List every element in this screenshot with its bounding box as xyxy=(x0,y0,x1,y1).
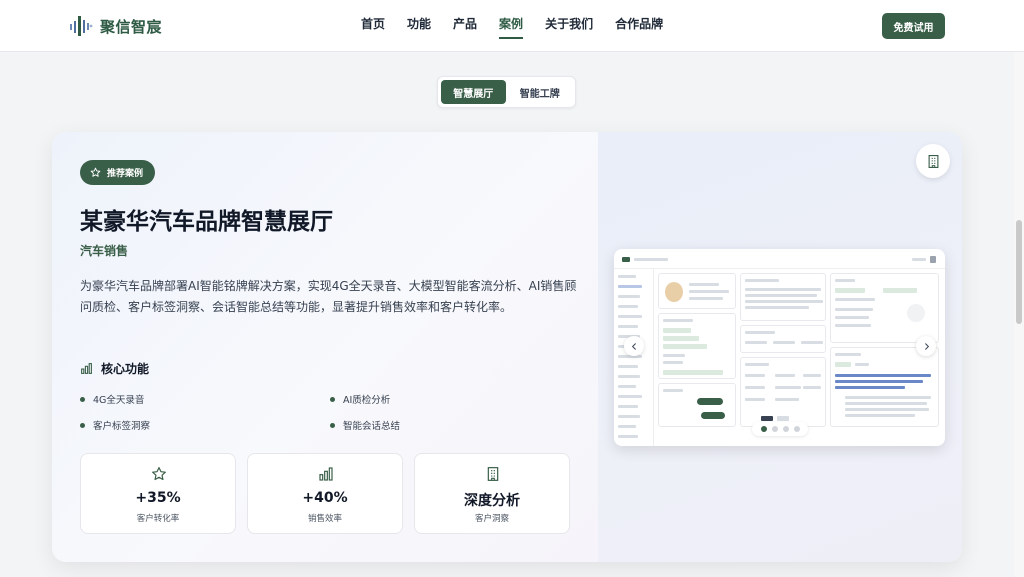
case-description: 为豪华汽车品牌部署AI智能铭牌解决方案，实现4G全天录音、大模型智能客流分析、A… xyxy=(80,279,577,314)
nav-home[interactable]: 首页 xyxy=(350,0,396,52)
bullet-dot xyxy=(80,396,85,402)
carousel-dot-3[interactable] xyxy=(782,426,789,432)
carousel-indicators xyxy=(752,422,808,436)
nav-products[interactable]: 产品 xyxy=(442,0,488,52)
free-trial-button[interactable]: 免费试用 xyxy=(882,13,945,39)
stat-label: 客户洞察 xyxy=(474,514,509,524)
stat-label: 销售效率 xyxy=(307,514,342,524)
bullet-dot xyxy=(330,422,335,428)
brand-name: 聚信智宸 xyxy=(100,17,163,36)
mini-tag-card xyxy=(658,313,736,379)
case-preview-panel xyxy=(598,132,962,562)
mini-topbar xyxy=(614,249,945,269)
feature-item: 智能会话总结 xyxy=(330,418,400,432)
case-info-panel: 推荐案例 某豪华汽车品牌智慧展厅 汽车销售 为豪华汽车品牌部署AI智能铭牌解决方… xyxy=(52,132,598,562)
mini-analysis-panel xyxy=(830,347,939,427)
scrollbar-thumb[interactable] xyxy=(1016,220,1022,324)
bullet-dot xyxy=(330,396,335,402)
carousel-dot-4[interactable] xyxy=(793,426,800,432)
feature-item: AI质检分析 xyxy=(330,392,390,406)
stat-label: 客户转化率 xyxy=(136,514,180,524)
mini-chat-card xyxy=(658,383,736,427)
case-title: 某豪华汽车品牌智慧展厅 xyxy=(80,209,333,235)
carousel-dot-1[interactable] xyxy=(760,426,767,432)
logo-mark-icon xyxy=(68,13,94,39)
star-icon xyxy=(90,167,101,177)
case-card: 推荐案例 某豪华汽车品牌智慧展厅 汽车销售 为豪华汽车品牌部署AI智能铭牌解决方… xyxy=(52,132,962,562)
features-heading: 核心功能 xyxy=(80,360,149,377)
stat-value: +40% xyxy=(302,490,348,506)
feature-item: 4G全天录音 xyxy=(80,392,144,406)
mini-tags-panel xyxy=(830,273,939,343)
carousel-prev-button[interactable] xyxy=(624,336,644,356)
page-scrollbar[interactable] xyxy=(1014,52,1024,577)
tab-smart-showroom[interactable]: 智慧展厅 xyxy=(441,80,506,104)
mini-summary-card xyxy=(740,273,826,321)
nav-cases[interactable]: 案例 xyxy=(488,0,534,52)
tab-smart-badge[interactable]: 智能工牌 xyxy=(508,80,573,104)
bar-chart-icon xyxy=(81,363,92,374)
stat-value: 深度分析 xyxy=(464,493,520,509)
stat-card-conversion: +35% 客户转化率 xyxy=(80,453,236,534)
brand-logo[interactable]: 聚信智宸 xyxy=(68,12,162,40)
mini-form-card xyxy=(740,357,826,427)
badge-label: 推荐案例 xyxy=(107,169,144,179)
building-icon xyxy=(487,467,499,481)
carousel-next-button[interactable] xyxy=(916,336,936,356)
case-industry: 汽车销售 xyxy=(80,244,129,258)
nav-partners[interactable]: 合作品牌 xyxy=(604,0,674,52)
building-icon xyxy=(928,154,938,168)
featured-badge: 推荐案例 xyxy=(80,160,156,185)
bullet-dot xyxy=(80,422,85,428)
stat-card-insight: 深度分析 客户洞察 xyxy=(414,453,570,534)
nav-about[interactable]: 关于我们 xyxy=(534,0,604,52)
features-title: 核心功能 xyxy=(101,362,150,376)
mini-filter-card xyxy=(740,325,826,353)
star-icon xyxy=(152,467,166,481)
carousel-dot-2[interactable] xyxy=(771,426,778,432)
case-tabs: 智慧展厅 智能工牌 xyxy=(437,76,576,108)
mini-profile-card xyxy=(658,273,736,309)
main-nav: 首页 功能 产品 案例 关于我们 合作品牌 xyxy=(350,0,674,52)
bar-chart-icon xyxy=(319,467,333,481)
chevron-right-icon xyxy=(924,342,929,350)
feature-item: 客户标签洞察 xyxy=(80,418,150,432)
building-button[interactable] xyxy=(916,144,950,178)
top-header: 聚信智宸 首页 功能 产品 案例 关于我们 合作品牌 免费试用 xyxy=(0,0,1024,52)
product-screenshot[interactable] xyxy=(614,249,945,446)
stat-card-efficiency: +40% 销售效率 xyxy=(247,453,403,534)
chevron-left-icon xyxy=(631,342,636,350)
stat-value: +35% xyxy=(135,490,181,506)
nav-features[interactable]: 功能 xyxy=(396,0,442,52)
mini-sidebar xyxy=(614,269,654,446)
